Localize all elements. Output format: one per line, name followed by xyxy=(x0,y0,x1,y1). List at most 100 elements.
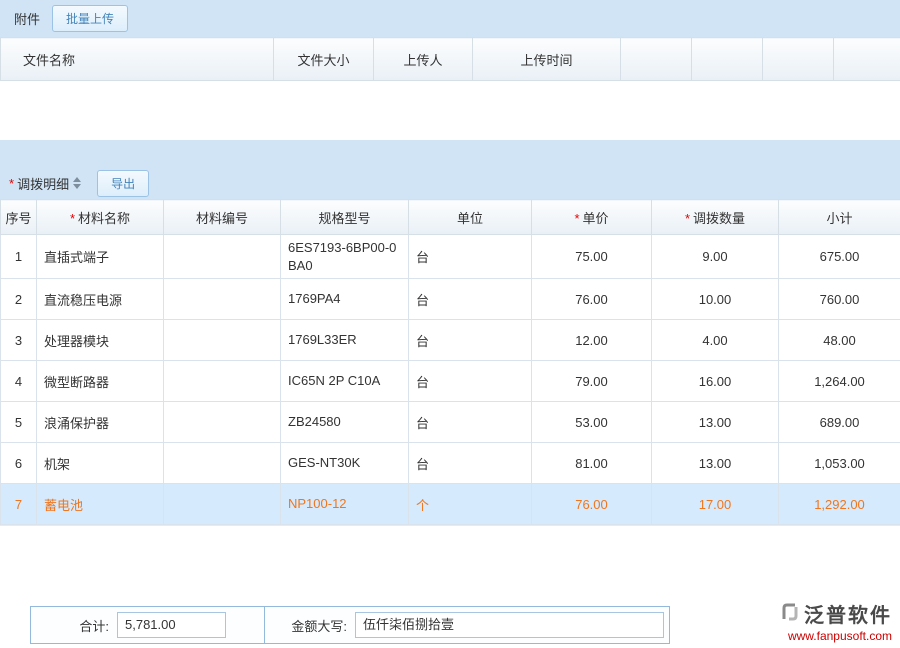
cell-unit: 台 xyxy=(409,361,532,402)
cell-unit: 台 xyxy=(409,443,532,484)
cell-qty: 4.00 xyxy=(652,320,779,361)
detail-titlebar: * 调拨明细 导出 xyxy=(0,167,900,199)
amount-words-label: 金额大写: xyxy=(265,616,355,635)
cell-material-code xyxy=(164,320,281,361)
table-row[interactable]: 5 浪涌保护器 ZB24580 台 53.00 13.00 689.00 xyxy=(1,402,900,443)
col-spec-model: 规格型号 xyxy=(281,200,409,235)
cell-price: 75.00 xyxy=(532,235,652,279)
col-file-size: 文件大小 xyxy=(274,38,374,81)
cell-material-code xyxy=(164,361,281,402)
table-row[interactable]: 3 处理器模块 1769L33ER 台 12.00 4.00 48.00 xyxy=(1,320,900,361)
cell-unit: 台 xyxy=(409,320,532,361)
cell-material-name: 蓄电池 xyxy=(37,484,164,525)
table-row[interactable]: 6 机架 GES-NT30K 台 81.00 13.00 1,053.00 xyxy=(1,443,900,484)
cell-spec: NP100-12 xyxy=(281,484,409,525)
cell-qty: 13.00 xyxy=(652,443,779,484)
cell-subtotal: 1,292.00 xyxy=(779,484,900,525)
cell-material-code xyxy=(164,279,281,320)
table-row-selected[interactable]: 7 蓄电池 NP100-12 个 76.00 17.00 1,292.00 xyxy=(1,484,900,525)
batch-upload-button[interactable]: 批量上传 xyxy=(52,5,128,32)
col-empty-2 xyxy=(692,38,763,81)
attachments-toolbar: 附件 批量上传 xyxy=(0,0,900,37)
amount-words-field[interactable]: 伍仟柒佰捌拾壹 xyxy=(355,612,664,638)
cell-no: 5 xyxy=(1,402,37,443)
cell-no: 6 xyxy=(1,443,37,484)
cell-spec: 1769PA4 xyxy=(281,279,409,320)
col-unit-price: *单价 xyxy=(532,200,652,235)
cell-spec: ZB24580 xyxy=(281,402,409,443)
col-transfer-qty: *调拨数量 xyxy=(652,200,779,235)
cell-unit: 个 xyxy=(409,484,532,525)
total-label: 合计: xyxy=(31,616,117,635)
sort-arrows-icon[interactable] xyxy=(73,177,81,189)
table-row[interactable]: 2 直流稳压电源 1769PA4 台 76.00 10.00 760.00 xyxy=(1,279,900,320)
cell-material-name: 微型断路器 xyxy=(37,361,164,402)
col-uploader: 上传人 xyxy=(374,38,473,81)
col-file-name: 文件名称 xyxy=(1,38,274,81)
attachments-header-row: 文件名称 文件大小 上传人 上传时间 xyxy=(1,38,900,81)
cell-price: 76.00 xyxy=(532,279,652,320)
cell-qty: 17.00 xyxy=(652,484,779,525)
col-empty-4 xyxy=(834,38,900,81)
cell-price: 79.00 xyxy=(532,361,652,402)
cell-material-code xyxy=(164,402,281,443)
cell-price: 53.00 xyxy=(532,402,652,443)
cell-qty: 16.00 xyxy=(652,361,779,402)
col-empty-1 xyxy=(621,38,692,81)
cell-material-name: 浪涌保护器 xyxy=(37,402,164,443)
detail-header-row: 序号 *材料名称 材料编号 规格型号 单位 *单价 *调拨数量 小计 xyxy=(1,200,900,235)
export-button[interactable]: 导出 xyxy=(97,170,149,197)
cell-subtotal: 689.00 xyxy=(779,402,900,443)
cell-no: 3 xyxy=(1,320,37,361)
cell-subtotal: 760.00 xyxy=(779,279,900,320)
table-row[interactable]: 1 直插式端子 6ES7193-6BP00-0BA0 台 75.00 9.00 … xyxy=(1,235,900,279)
transfer-detail-table: 序号 *材料名称 材料编号 规格型号 单位 *单价 *调拨数量 小计 1 直插式… xyxy=(0,199,900,525)
attachments-table: 文件名称 文件大小 上传人 上传时间 xyxy=(0,37,900,140)
section-gap xyxy=(0,140,900,167)
cell-unit: 台 xyxy=(409,279,532,320)
cell-qty: 13.00 xyxy=(652,402,779,443)
cell-no: 4 xyxy=(1,361,37,402)
required-mark: * xyxy=(9,176,14,191)
col-empty-3 xyxy=(763,38,834,81)
footer-region: 合计: 5,781.00 金额大写: 伍仟柒佰捌拾壹 泛普软件 www.fanp… xyxy=(0,525,900,648)
cell-subtotal: 675.00 xyxy=(779,235,900,279)
col-upload-time: 上传时间 xyxy=(473,38,621,81)
logo-text: 泛普软件 xyxy=(804,599,892,628)
col-material-code: 材料编号 xyxy=(164,200,281,235)
cell-subtotal: 48.00 xyxy=(779,320,900,361)
cell-spec: IC65N 2P C10A xyxy=(281,361,409,402)
cell-price: 81.00 xyxy=(532,443,652,484)
col-unit: 单位 xyxy=(409,200,532,235)
cell-price: 76.00 xyxy=(532,484,652,525)
detail-section-title: 调拨明细 xyxy=(17,174,69,193)
cell-material-code xyxy=(164,235,281,279)
cell-material-name: 处理器模块 xyxy=(37,320,164,361)
cell-material-code xyxy=(164,443,281,484)
cell-material-name: 机架 xyxy=(37,443,164,484)
total-value-field[interactable]: 5,781.00 xyxy=(117,612,226,638)
cell-spec: 6ES7193-6BP00-0BA0 xyxy=(281,235,409,279)
cell-qty: 9.00 xyxy=(652,235,779,279)
cell-unit: 台 xyxy=(409,235,532,279)
branding: 泛普软件 www.fanpusoft.com xyxy=(780,599,892,643)
cell-qty: 10.00 xyxy=(652,279,779,320)
table-row[interactable]: 4 微型断路器 IC65N 2P C10A 台 79.00 16.00 1,26… xyxy=(1,361,900,402)
page: 附件 批量上传 文件名称 文件大小 上传人 上传时间 * 调拨 xyxy=(0,0,900,648)
cell-no: 7 xyxy=(1,484,37,525)
cell-subtotal: 1,264.00 xyxy=(779,361,900,402)
col-subtotal: 小计 xyxy=(779,200,900,235)
cell-material-name: 直插式端子 xyxy=(37,235,164,279)
cell-unit: 台 xyxy=(409,402,532,443)
attachments-empty-body xyxy=(1,81,900,141)
totals-bar: 合计: 5,781.00 金额大写: 伍仟柒佰捌拾壹 xyxy=(30,606,670,644)
website-link[interactable]: www.fanpusoft.com xyxy=(780,629,892,643)
cell-no: 2 xyxy=(1,279,37,320)
cell-spec: 1769L33ER xyxy=(281,320,409,361)
col-no: 序号 xyxy=(1,200,37,235)
cell-material-code xyxy=(164,484,281,525)
fanpu-logo-icon xyxy=(780,602,800,625)
cell-price: 12.00 xyxy=(532,320,652,361)
cell-spec: GES-NT30K xyxy=(281,443,409,484)
cell-no: 1 xyxy=(1,235,37,279)
